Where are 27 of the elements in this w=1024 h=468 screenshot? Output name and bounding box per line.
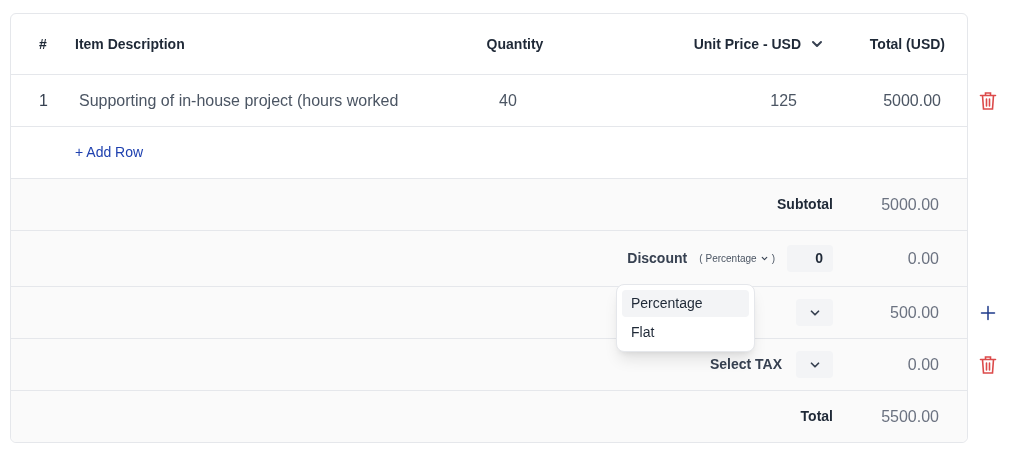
column-header: Item Description xyxy=(75,34,185,54)
tax-amount: 500.00 xyxy=(890,302,939,323)
subtotal-label: Subtotal xyxy=(777,195,833,214)
total-label: Total xyxy=(800,407,833,426)
discount-input[interactable]: 0 xyxy=(787,245,833,272)
column-header: Unit Price - USD xyxy=(693,34,801,54)
discount-amount: 0.00 xyxy=(907,248,939,269)
column-header: Quantity xyxy=(486,34,544,54)
total-amount: 5500.00 xyxy=(881,406,939,427)
menu-item[interactable]: Percentage xyxy=(622,290,749,317)
chevron-down-icon xyxy=(759,254,769,263)
discount-type-select[interactable]: ( Percentage ) xyxy=(699,251,775,266)
column-header: Total (USD) xyxy=(869,34,945,54)
add-row-link[interactable]: + Add Row xyxy=(75,142,144,163)
line-total: 5000.00 xyxy=(883,90,941,111)
tax-amount: 0.00 xyxy=(907,354,939,375)
description-field[interactable]: Supporting of in-house project (hours worked xyxy=(75,88,399,113)
column-header: # xyxy=(39,34,47,54)
unit-price-field[interactable]: 125 xyxy=(770,88,797,113)
discount-label: Discount xyxy=(627,249,688,268)
subtotal-amount: 5000.00 xyxy=(881,194,939,215)
add-icon[interactable] xyxy=(980,305,996,321)
trash-icon[interactable] xyxy=(979,91,997,111)
trash-icon[interactable] xyxy=(979,355,997,375)
tax-label: Select TAX xyxy=(709,355,782,374)
row-number: 1 xyxy=(39,90,48,111)
quantity-field[interactable]: 40 xyxy=(499,88,531,113)
